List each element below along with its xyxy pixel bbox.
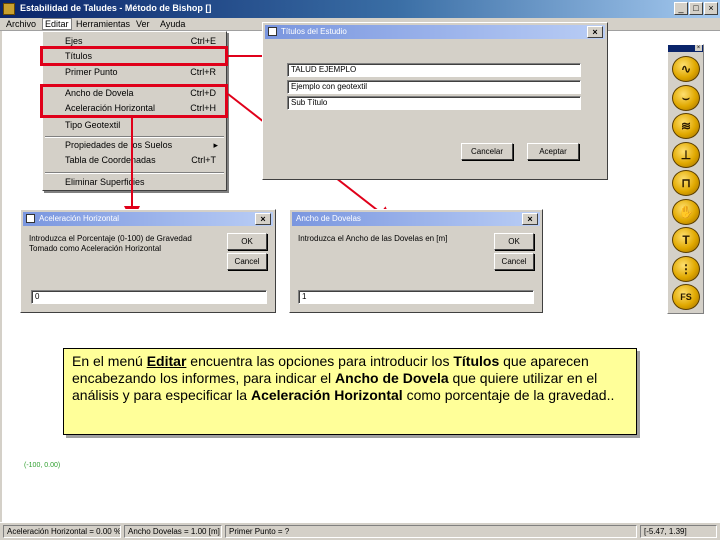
menu-archivo[interactable]: Archivo bbox=[6, 19, 36, 29]
aceleracion-dialog-caption: Aceleración Horizontal × bbox=[23, 212, 273, 226]
dialog-close-button[interactable]: × bbox=[255, 213, 271, 225]
menu-item-primer-punto[interactable]: Primer Punto Ctrl+R bbox=[43, 66, 226, 80]
highlight-titulos bbox=[40, 46, 228, 66]
layers-tool-icon[interactable]: ≋ bbox=[672, 113, 700, 139]
dialog-icon bbox=[26, 214, 35, 223]
fs-tool-icon[interactable]: FS bbox=[672, 284, 700, 310]
menu-item-tipo-geotextil[interactable]: Tipo Geotextil bbox=[43, 119, 226, 133]
aceleracion-input[interactable]: 0 bbox=[31, 290, 267, 304]
status-bar: Aceleración Horizontal = 0.00 % Ancho Do… bbox=[0, 522, 720, 540]
window-title: Estabilidad de Taludes - Método de Bisho… bbox=[20, 3, 212, 13]
vertical-line-tool-icon[interactable]: ⋮ bbox=[672, 255, 700, 282]
app-icon bbox=[3, 3, 15, 15]
cancel-button[interactable]: Cancel bbox=[494, 253, 534, 270]
menu-editar[interactable]: Editar bbox=[42, 18, 72, 30]
menu-separator bbox=[45, 172, 224, 174]
palette-close-icon[interactable]: × bbox=[695, 45, 702, 51]
menu-herramientas[interactable]: Herramientas bbox=[76, 19, 130, 29]
surface-tool-icon[interactable]: ⊥ bbox=[672, 141, 700, 168]
titulos-dialog: Títulos del Estudio × TALUD EJEMPLO Ejem… bbox=[262, 22, 608, 180]
ancho-dovelas-input[interactable]: 1 bbox=[298, 290, 534, 304]
arc-tool-icon[interactable]: ⌣ bbox=[672, 84, 700, 111]
menu-ayuda[interactable]: Ayuda bbox=[160, 19, 185, 29]
menu-ver[interactable]: Ver bbox=[136, 19, 150, 29]
status-aceleracion: Aceleración Horizontal = 0.00 % bbox=[3, 525, 121, 538]
text-tool-icon[interactable]: T bbox=[672, 227, 700, 253]
menu-item-eliminar-superficies[interactable]: Eliminar Superficies bbox=[43, 176, 226, 190]
ancho-dovelas-dialog-caption: Ancho de Dovelas × bbox=[292, 212, 540, 226]
origin-coordinate-label: (-100, 0.00) bbox=[24, 462, 61, 469]
maximize-button[interactable]: □ bbox=[689, 2, 703, 15]
close-button[interactable]: × bbox=[704, 2, 718, 15]
curve-tool-icon[interactable]: ∿ bbox=[672, 56, 700, 82]
status-cursor-coordinates: [-5.47, 1.39] bbox=[640, 525, 717, 538]
dialog-icon bbox=[268, 27, 277, 36]
ok-button[interactable]: OK bbox=[227, 233, 267, 250]
dialog-close-button[interactable]: × bbox=[522, 213, 538, 225]
highlight-dovela-aceleracion bbox=[40, 84, 228, 118]
aceleracion-prompt: Introduzca el Porcentaje (0-100) de Grav… bbox=[29, 234, 192, 253]
titulos-dialog-caption: Títulos del Estudio × bbox=[265, 25, 605, 39]
titulo-field-1[interactable]: TALUD EJEMPLO bbox=[287, 63, 581, 77]
cancel-button[interactable]: Cancel bbox=[227, 253, 267, 270]
wall-tool-icon[interactable]: ⊓ bbox=[672, 170, 700, 196]
explanation-callout: En el menú Editar encuentra las opciones… bbox=[63, 348, 637, 435]
minimize-button[interactable]: _ bbox=[674, 2, 688, 15]
tools-palette: × ∿ ⌣ ≋ ⊥ ⊓ ✋ T ⋮ FS bbox=[667, 44, 704, 314]
cancelar-button[interactable]: Cancelar bbox=[461, 143, 513, 160]
dialog-close-button[interactable]: × bbox=[587, 26, 603, 38]
status-ancho-dovelas: Ancho Dovelas = 1.00 [m] bbox=[124, 525, 222, 538]
menu-item-propiedades-suelos[interactable]: Propiedades de los Suelos ▸ bbox=[43, 139, 226, 153]
menu-separator bbox=[45, 136, 224, 138]
ancho-dovelas-prompt: Introduzca el Ancho de las Dovelas en [m… bbox=[298, 234, 448, 243]
status-primer-punto: Primer Punto = ? bbox=[225, 525, 637, 538]
titulo-field-3[interactable]: Sub Título bbox=[287, 96, 581, 110]
menu-item-tabla-coordenadas[interactable]: Tabla de Coordenadas Ctrl+T bbox=[43, 154, 226, 168]
aceleracion-dialog: Aceleración Horizontal × Introduzca el P… bbox=[20, 209, 276, 313]
titulo-field-2[interactable]: Ejemplo con geotextil bbox=[287, 80, 581, 94]
hand-tool-icon[interactable]: ✋ bbox=[672, 198, 700, 225]
ok-button[interactable]: OK bbox=[494, 233, 534, 250]
main-title-bar: Estabilidad de Taludes - Método de Bisho… bbox=[0, 0, 720, 18]
submenu-arrow-icon: ▸ bbox=[213, 140, 218, 150]
aceptar-button[interactable]: Aceptar bbox=[527, 143, 579, 160]
ancho-dovelas-dialog: Ancho de Dovelas × Introduzca el Ancho d… bbox=[289, 209, 543, 313]
